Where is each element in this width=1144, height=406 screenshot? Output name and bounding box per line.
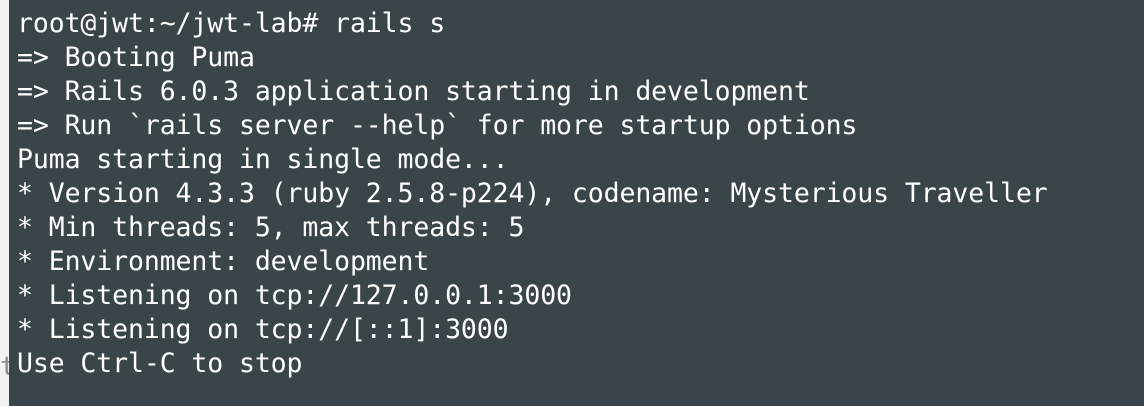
command-prompt-line: root@jwt:~/jwt-lab# rails s xyxy=(17,8,446,39)
output-line: Puma starting in single mode... xyxy=(17,144,509,175)
stray-character: t xyxy=(0,354,9,380)
output-line: Use Ctrl-C to stop xyxy=(17,348,303,379)
output-line: * Listening on tcp://[::1]:3000 xyxy=(17,314,509,345)
output-line: * Version 4.3.3 (ruby 2.5.8-p224), coden… xyxy=(17,178,1048,209)
output-line: => Booting Puma xyxy=(17,42,255,73)
output-line: => Rails 6.0.3 application starting in d… xyxy=(17,76,810,107)
terminal-window[interactable]: root@jwt:~/jwt-lab# rails s => Booting P… xyxy=(9,0,1144,406)
output-line: * Listening on tcp://127.0.0.1:3000 xyxy=(17,280,572,311)
output-line: * Environment: development xyxy=(17,246,430,277)
output-line: * Min threads: 5, max threads: 5 xyxy=(17,212,525,243)
output-line: => Run `rails server --help` for more st… xyxy=(17,110,858,141)
